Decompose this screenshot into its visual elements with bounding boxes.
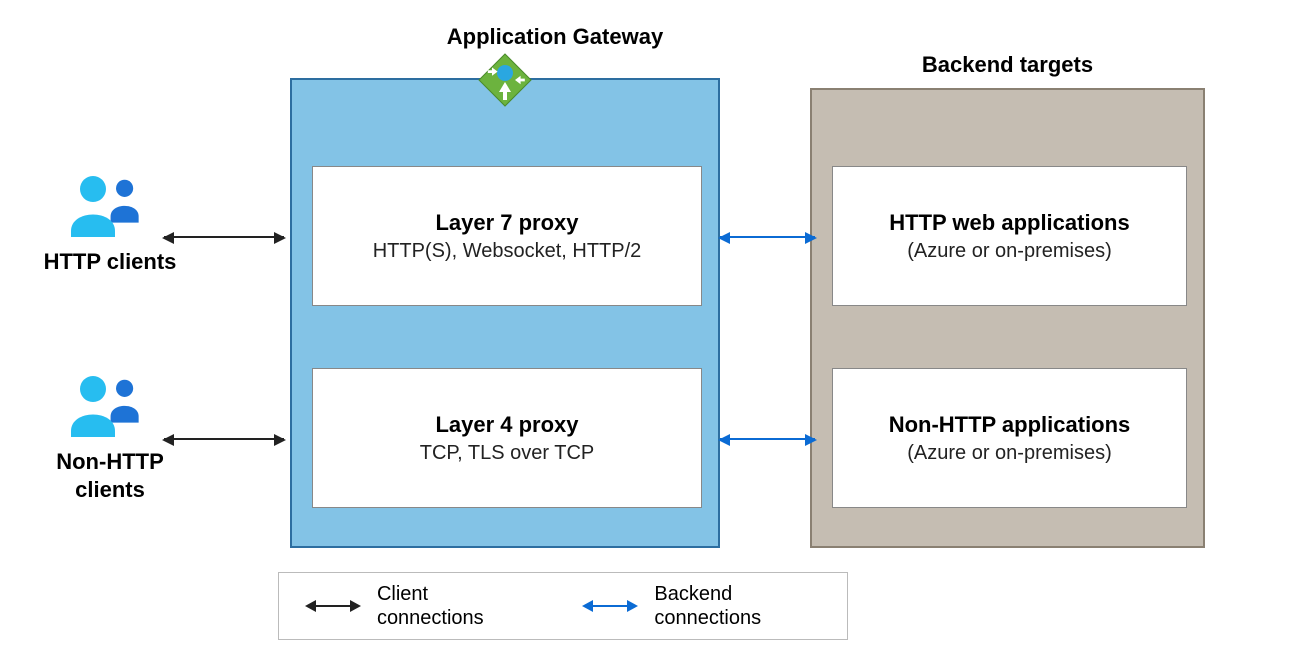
application-gateway-container: Layer 7 proxy HTTP(S), Websocket, HTTP/2… xyxy=(290,78,720,548)
http-clients-group: HTTP clients xyxy=(40,175,180,276)
layer7-proxy-title: Layer 7 proxy xyxy=(323,210,691,236)
legend: Client connections Backend connections xyxy=(278,572,848,640)
backend-connection-arrow xyxy=(720,438,815,440)
backend-connections-arrow-icon xyxy=(584,605,636,607)
http-clients-label: HTTP clients xyxy=(40,248,180,276)
nonhttp-clients-label: Non-HTTP clients xyxy=(40,448,180,503)
layer4-proxy-title: Layer 4 proxy xyxy=(323,412,691,438)
nonhttp-apps-title: Non-HTTP applications xyxy=(843,412,1176,438)
nonhttp-clients-group: Non-HTTP clients xyxy=(40,375,180,503)
nonhttp-apps-subtitle: (Azure or on-premises) xyxy=(843,442,1176,465)
http-web-apps-subtitle: (Azure or on-premises) xyxy=(843,240,1176,263)
layer4-proxy-subtitle: TCP, TLS over TCP xyxy=(323,442,691,465)
application-gateway-title: Application Gateway xyxy=(370,24,740,50)
backend-targets-title: Backend targets xyxy=(810,52,1205,78)
client-connection-arrow xyxy=(164,236,284,238)
backend-targets-container: HTTP web applications (Azure or on-premi… xyxy=(810,88,1205,548)
layer4-proxy-card: Layer 4 proxy TCP, TLS over TCP xyxy=(312,368,702,508)
users-icon xyxy=(71,375,149,437)
client-connections-arrow-icon xyxy=(307,605,359,607)
backend-connection-arrow xyxy=(720,236,815,238)
http-web-apps-card: HTTP web applications (Azure or on-premi… xyxy=(832,166,1187,306)
http-web-apps-title: HTTP web applications xyxy=(843,210,1176,236)
layer7-proxy-subtitle: HTTP(S), Websocket, HTTP/2 xyxy=(323,240,691,263)
users-icon xyxy=(71,175,149,237)
legend-client-label: Client connections xyxy=(377,582,519,630)
application-gateway-icon xyxy=(477,52,533,108)
legend-backend-label: Backend connections xyxy=(654,582,819,630)
client-connection-arrow xyxy=(164,438,284,440)
layer7-proxy-card: Layer 7 proxy HTTP(S), Websocket, HTTP/2 xyxy=(312,166,702,306)
nonhttp-apps-card: Non-HTTP applications (Azure or on-premi… xyxy=(832,368,1187,508)
